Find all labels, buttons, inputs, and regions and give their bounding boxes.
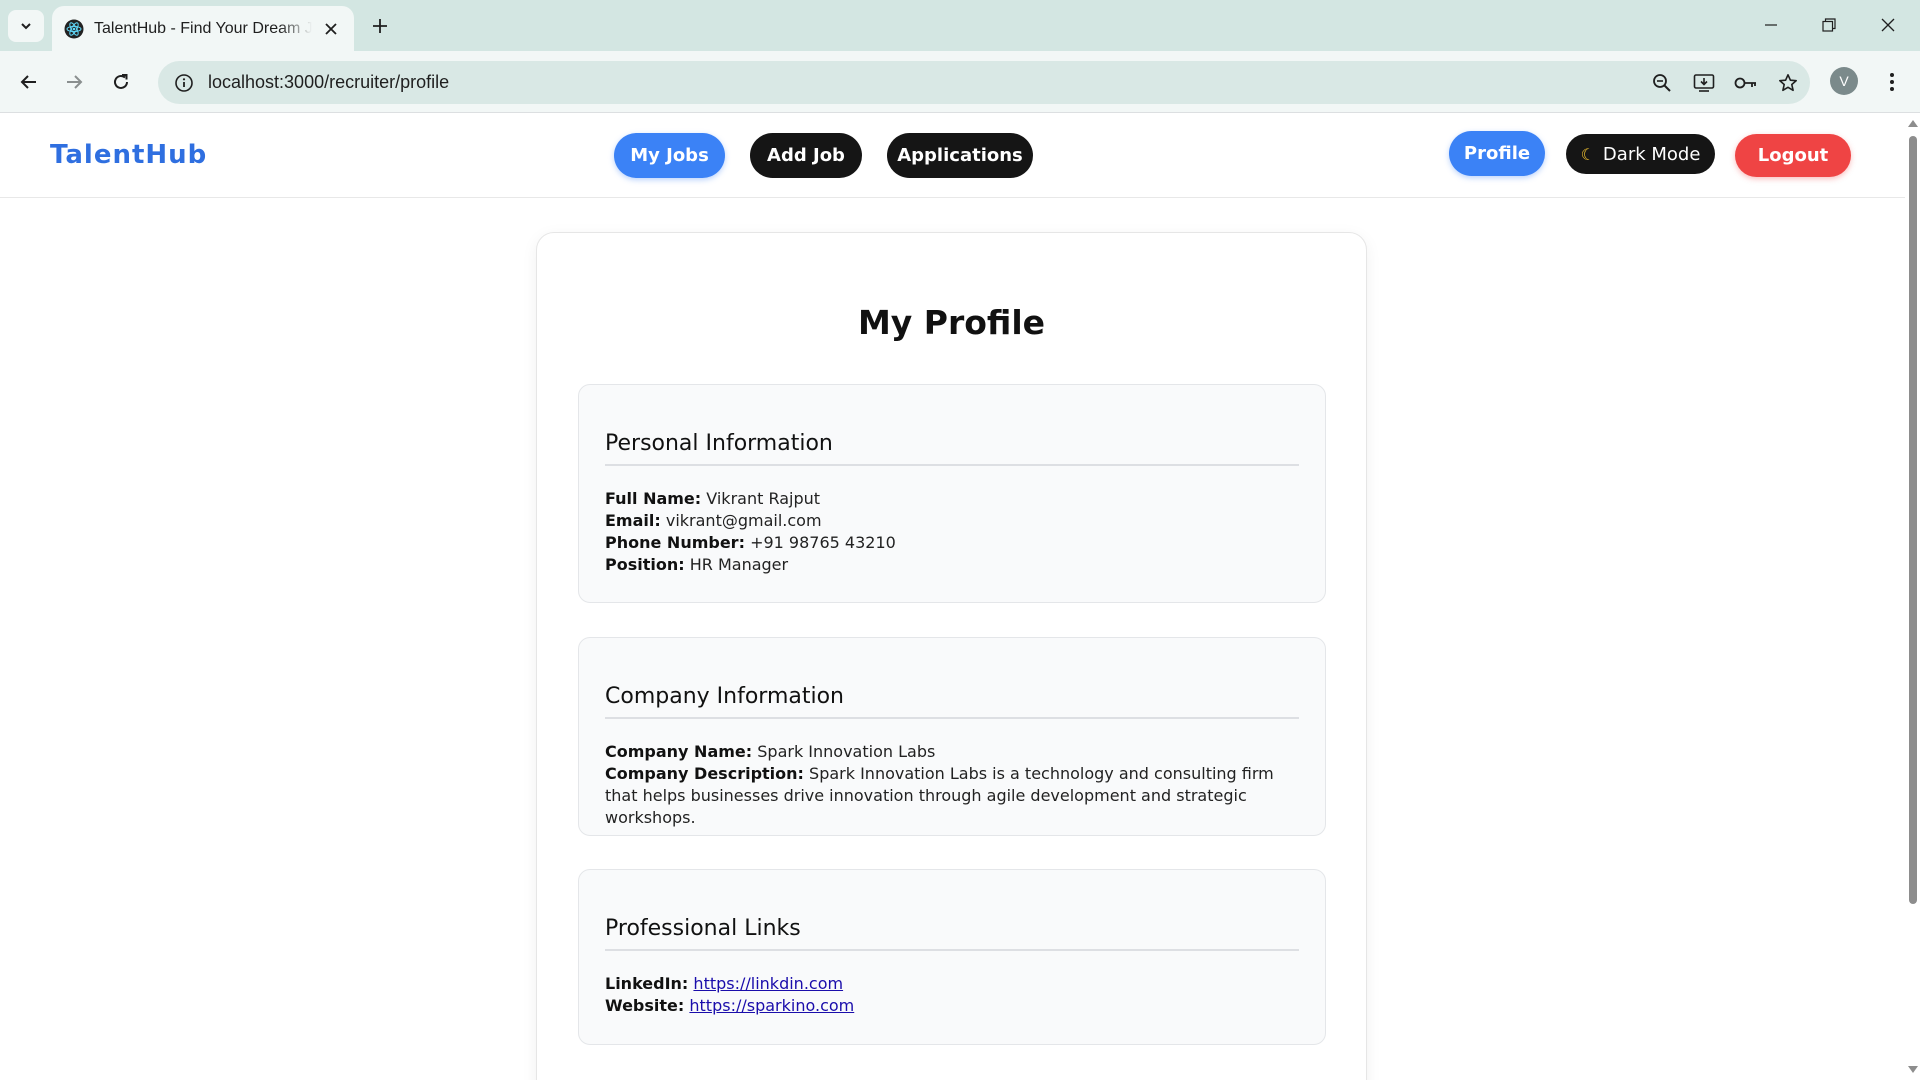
browser-menu-icon[interactable] <box>1876 65 1908 99</box>
forward-button[interactable] <box>57 65 91 99</box>
position-row: Position: HR Manager <box>605 554 1299 576</box>
company-name-value: Spark Innovation Labs <box>757 742 936 761</box>
chevron-down-icon <box>21 23 31 30</box>
arrow-right-icon <box>67 75 83 89</box>
moon-icon: ☾ <box>1580 144 1595 164</box>
page-viewport: TalentHub My Jobs Add Job Applications P… <box>0 114 1905 1080</box>
linkedin-link[interactable]: https://linkdin.com <box>693 974 843 993</box>
install-app-icon[interactable] <box>1684 63 1724 103</box>
field-label: Company Name: <box>605 742 753 761</box>
website-link[interactable]: https://sparkino.com <box>689 996 854 1015</box>
email-row: Email: vikrant@gmail.com <box>605 510 1299 532</box>
minimize-button[interactable] <box>1749 8 1793 42</box>
field-label: Full Name: <box>605 489 702 508</box>
field-label: Website: <box>605 996 685 1015</box>
company-name-row: Company Name: Spark Innovation Labs <box>605 741 1299 763</box>
phone-value: +91 98765 43210 <box>750 533 896 552</box>
my-jobs-button[interactable]: My Jobs <box>614 133 725 178</box>
applications-button[interactable]: Applications <box>887 133 1033 178</box>
restore-icon <box>1822 18 1836 32</box>
add-job-button[interactable]: Add Job <box>750 133 862 178</box>
site-navbar: TalentHub My Jobs Add Job Applications P… <box>0 114 1905 198</box>
full-name-row: Full Name: Vikrant Rajput <box>605 488 1299 510</box>
plus-icon <box>373 19 387 33</box>
logout-button[interactable]: Logout <box>1735 134 1851 177</box>
phone-row: Phone Number: +91 98765 43210 <box>605 532 1299 554</box>
restore-button[interactable] <box>1807 8 1851 42</box>
dark-mode-label: Dark Mode <box>1602 143 1701 165</box>
scroll-thumb[interactable] <box>1909 136 1917 904</box>
company-info-section: Company Information Company Name: Spark … <box>578 637 1326 836</box>
scroll-down-arrow-icon[interactable] <box>1908 1066 1918 1073</box>
tab-title: TalentHub - Find Your Dream Job <box>94 19 312 37</box>
reload-icon <box>114 74 128 89</box>
minimize-icon <box>1765 24 1777 26</box>
browser-tab[interactable]: TalentHub - Find Your Dream Job <box>52 6 354 51</box>
tab-search-button[interactable] <box>8 10 44 42</box>
browser-toolbar: localhost:3000/recruiter/profile V <box>0 51 1920 113</box>
field-label: Phone Number: <box>605 533 745 552</box>
arrow-left-icon <box>20 75 36 89</box>
profile-button[interactable]: Profile <box>1449 131 1545 176</box>
personal-info-section: Personal Information Full Name: Vikrant … <box>578 384 1326 603</box>
section-title: Company Information <box>605 638 1299 719</box>
scroll-up-arrow-icon[interactable] <box>1908 120 1918 127</box>
section-title: Professional Links <box>605 870 1299 951</box>
linkedin-row: LinkedIn: https://linkdin.com <box>605 973 1299 995</box>
section-title: Personal Information <box>605 385 1299 466</box>
field-label: LinkedIn: <box>605 974 689 993</box>
professional-links-section: Professional Links LinkedIn: https://lin… <box>578 869 1326 1045</box>
field-label: Position: <box>605 555 685 574</box>
url-text: localhost:3000/recruiter/profile <box>208 72 450 92</box>
site-info-icon[interactable] <box>164 63 204 103</box>
website-row: Website: https://sparkino.com <box>605 995 1299 1017</box>
profile-card: My Profile Personal Information Full Nam… <box>536 232 1367 1080</box>
profile-avatar[interactable]: V <box>1830 67 1858 95</box>
brand-logo[interactable]: TalentHub <box>50 140 207 170</box>
address-bar[interactable]: localhost:3000/recruiter/profile <box>158 61 1810 104</box>
close-icon <box>1881 18 1895 32</box>
star-icon[interactable] <box>1768 63 1808 103</box>
position-value: HR Manager <box>689 555 789 574</box>
email-value: vikrant@gmail.com <box>665 511 822 530</box>
field-label: Email: <box>605 511 661 530</box>
page-title: My Profile <box>857 303 1046 342</box>
zoom-icon[interactable] <box>1642 63 1682 103</box>
close-window-button[interactable] <box>1866 8 1910 42</box>
field-label: Company Description: <box>605 764 804 783</box>
reload-button[interactable] <box>104 65 138 99</box>
full-name-value: Vikrant Rajput <box>706 489 821 508</box>
dark-mode-toggle[interactable]: ☾ Dark Mode <box>1566 134 1715 174</box>
browser-tabstrip: TalentHub - Find Your Dream Job <box>0 0 1920 51</box>
page-scrollbar[interactable] <box>1905 114 1920 1080</box>
new-tab-button[interactable] <box>364 12 396 40</box>
key-icon[interactable] <box>1726 63 1766 103</box>
react-icon <box>64 19 84 38</box>
back-button[interactable] <box>12 65 46 99</box>
company-description-row: Company Description: Spark Innovation La… <box>605 763 1299 829</box>
tab-close-icon[interactable] <box>320 18 342 40</box>
